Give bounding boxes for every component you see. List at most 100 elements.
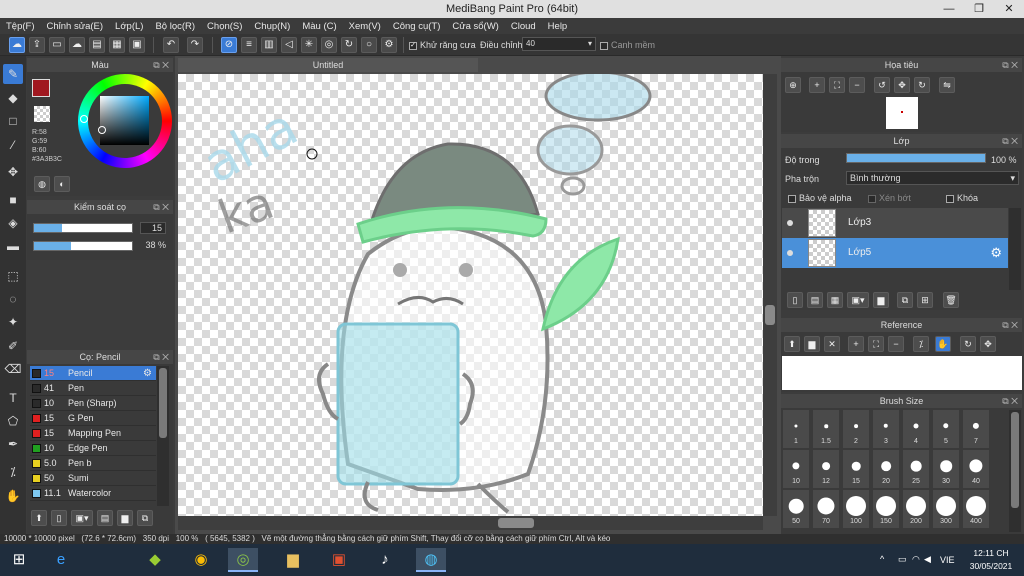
ellipse-snap-icon[interactable]: ○ [361, 37, 377, 53]
zoom-out-icon[interactable]: − [888, 336, 904, 352]
primary-color-swatch[interactable] [32, 79, 50, 97]
menu-window[interactable]: Cửa sổ(W) [452, 21, 498, 32]
brush-item[interactable]: 10 Pen (Sharp) [30, 396, 156, 411]
merge-layer-icon[interactable]: ⊞ [917, 292, 933, 308]
brush-size-cell[interactable]: 7 [962, 409, 990, 449]
panel-controls-icon[interactable]: ⧉ ✕ [153, 350, 169, 364]
language-indicator[interactable]: VIE [940, 555, 955, 565]
canvas-horizontal-scrollbar[interactable] [178, 516, 763, 530]
brush-opacity-slider[interactable] [33, 241, 133, 251]
brush-item[interactable]: 10 Edge Pen [30, 441, 156, 456]
reset-view-icon[interactable]: ✥ [894, 77, 910, 93]
upload-icon[interactable]: ⬆ [784, 336, 800, 352]
page-list-icon[interactable]: ▦ [109, 37, 125, 53]
powerpoint-icon[interactable]: ▣ [324, 548, 354, 572]
delete-layer-icon[interactable]: 🗑 [943, 292, 959, 308]
lasso-tool-icon[interactable]: ◌ [3, 289, 23, 309]
magic-wand-icon[interactable]: ✦ [3, 312, 23, 332]
navigator-preview[interactable] [886, 97, 918, 129]
parallel-snap-icon[interactable]: ≡ [241, 37, 257, 53]
brush-size-cell[interactable]: 150 [872, 489, 900, 529]
layer-row[interactable]: Lớp3 [782, 208, 1008, 238]
menu-view[interactable]: Xem(V) [349, 21, 381, 32]
zoom-out-icon[interactable]: − [849, 77, 865, 93]
cloud-save-icon[interactable]: ☁ [69, 37, 85, 53]
eye-icon[interactable] [787, 220, 793, 226]
zoom-icon[interactable]: ⊕ [785, 77, 801, 93]
canvas-horizontal-scroll-thumb[interactable] [498, 518, 534, 528]
panel-controls-icon[interactable]: ⧉ ✕ [1002, 394, 1018, 408]
panel-controls-icon[interactable]: ⧉ ✕ [153, 58, 169, 72]
brush-size-cell[interactable]: 3 [872, 409, 900, 449]
saturation-value-square[interactable] [100, 96, 149, 145]
brush-size-cell[interactable]: 40 [962, 449, 990, 489]
brush-item[interactable]: 11.1 Watercolor [30, 486, 156, 501]
eyedropper-icon[interactable]: ⁒ [3, 462, 23, 482]
move-tool-icon[interactable]: ✥ [3, 162, 23, 182]
menu-select[interactable]: Chọn(S) [207, 21, 242, 32]
brush-item[interactable]: 15 G Pen [30, 411, 156, 426]
menu-tools[interactable]: Công cụ(T) [393, 21, 441, 32]
brush-list-scroll-thumb[interactable] [159, 368, 167, 438]
brush-item[interactable]: 50 Sumi [30, 471, 156, 486]
fit-icon[interactable]: ⛶ [868, 336, 884, 352]
brush-size-cell[interactable]: 20 [872, 449, 900, 489]
document-icon[interactable]: ▤ [89, 37, 105, 53]
dot-tool-icon[interactable]: □ [3, 111, 23, 131]
cloud-icon[interactable]: ☁ [9, 37, 25, 53]
panel-controls-icon[interactable]: ⧉ ✕ [1002, 58, 1018, 72]
brush-list-scrollbar[interactable] [157, 366, 169, 506]
brush-size-cell[interactable]: 300 [932, 489, 960, 529]
brush-folder-icon[interactable]: ▆ [117, 510, 133, 526]
brush-size-cell[interactable]: 50 [782, 489, 810, 529]
select-pen-icon[interactable]: ✐ [3, 336, 23, 356]
brush-size-cell[interactable]: 12 [812, 449, 840, 489]
snap-off-icon[interactable]: ⊘ [221, 37, 237, 53]
menu-edit[interactable]: Chỉnh sửa(E) [47, 21, 104, 32]
canvas-vertical-scrollbar[interactable] [763, 74, 777, 516]
eye-icon[interactable] [787, 250, 793, 256]
brush-item[interactable]: 41 Pen [30, 381, 156, 396]
radial-snap-icon[interactable]: ✳ [301, 37, 317, 53]
rotate-icon[interactable]: ↻ [960, 336, 976, 352]
layer-menu-icon[interactable]: ▣▾ [847, 292, 869, 308]
smooth-checkbox[interactable]: Canh mềm [600, 40, 655, 50]
brush-size-scroll-thumb[interactable] [1011, 412, 1019, 508]
add-brush-icon[interactable]: ⬆ [31, 510, 47, 526]
windows-start-icon[interactable]: ⊞ [4, 548, 34, 572]
select-eraser-icon[interactable]: ⌫ [3, 359, 23, 379]
brush-size-cell[interactable]: 100 [842, 489, 870, 529]
redo-icon[interactable]: ↷ [187, 37, 203, 53]
brush-size-cell[interactable]: 400 [962, 489, 990, 529]
battery-icon[interactable]: ▭ [898, 554, 907, 565]
brush-size-cell[interactable]: 200 [902, 489, 930, 529]
new-halftone-layer-icon[interactable]: ▤ [807, 292, 823, 308]
comment-icon[interactable]: ▭ [49, 37, 65, 53]
select-tool-icon[interactable]: ⬚ [3, 266, 23, 286]
color-history-icon[interactable]: ◐ [54, 176, 70, 192]
folder-icon[interactable]: ▆ [873, 292, 889, 308]
eraser-tool-icon[interactable]: ◆ [3, 88, 23, 108]
brush-size-cell[interactable]: 25 [902, 449, 930, 489]
panel-controls-icon[interactable]: ⧉ ✕ [1002, 134, 1018, 148]
operation-tool-icon[interactable]: ⬠ [3, 411, 23, 431]
wifi-icon[interactable]: ◠ [912, 554, 920, 565]
menu-filter[interactable]: Bộ lọc(R) [155, 21, 195, 32]
duplicate-brush-icon[interactable]: ⧉ [137, 510, 153, 526]
rotate-right-icon[interactable]: ↻ [914, 77, 930, 93]
brush-size-cell[interactable]: 5 [932, 409, 960, 449]
brush-size-cell[interactable]: 70 [812, 489, 840, 529]
menu-snap[interactable]: Chụp(N) [254, 21, 290, 32]
hand-tool-icon[interactable]: ✋ [3, 486, 23, 506]
brush-item-selected[interactable]: 15 Pencil ⚙ [30, 366, 156, 381]
menu-layer[interactable]: Lớp(L) [115, 21, 143, 32]
brush-size-cell[interactable]: 15 [842, 449, 870, 489]
zoom-in-icon[interactable]: + [809, 77, 825, 93]
clock-time[interactable]: 12:11 CH [966, 548, 1016, 558]
transparent-color-swatch[interactable] [34, 106, 50, 122]
lock-checkbox[interactable]: Khóa [946, 193, 978, 203]
menu-file[interactable]: Tệp(F) [6, 21, 35, 32]
panel-controls-icon[interactable]: ⧉ ✕ [153, 200, 169, 214]
color-picker-cursor[interactable] [98, 126, 106, 134]
close-icon[interactable]: ✕ [824, 336, 840, 352]
